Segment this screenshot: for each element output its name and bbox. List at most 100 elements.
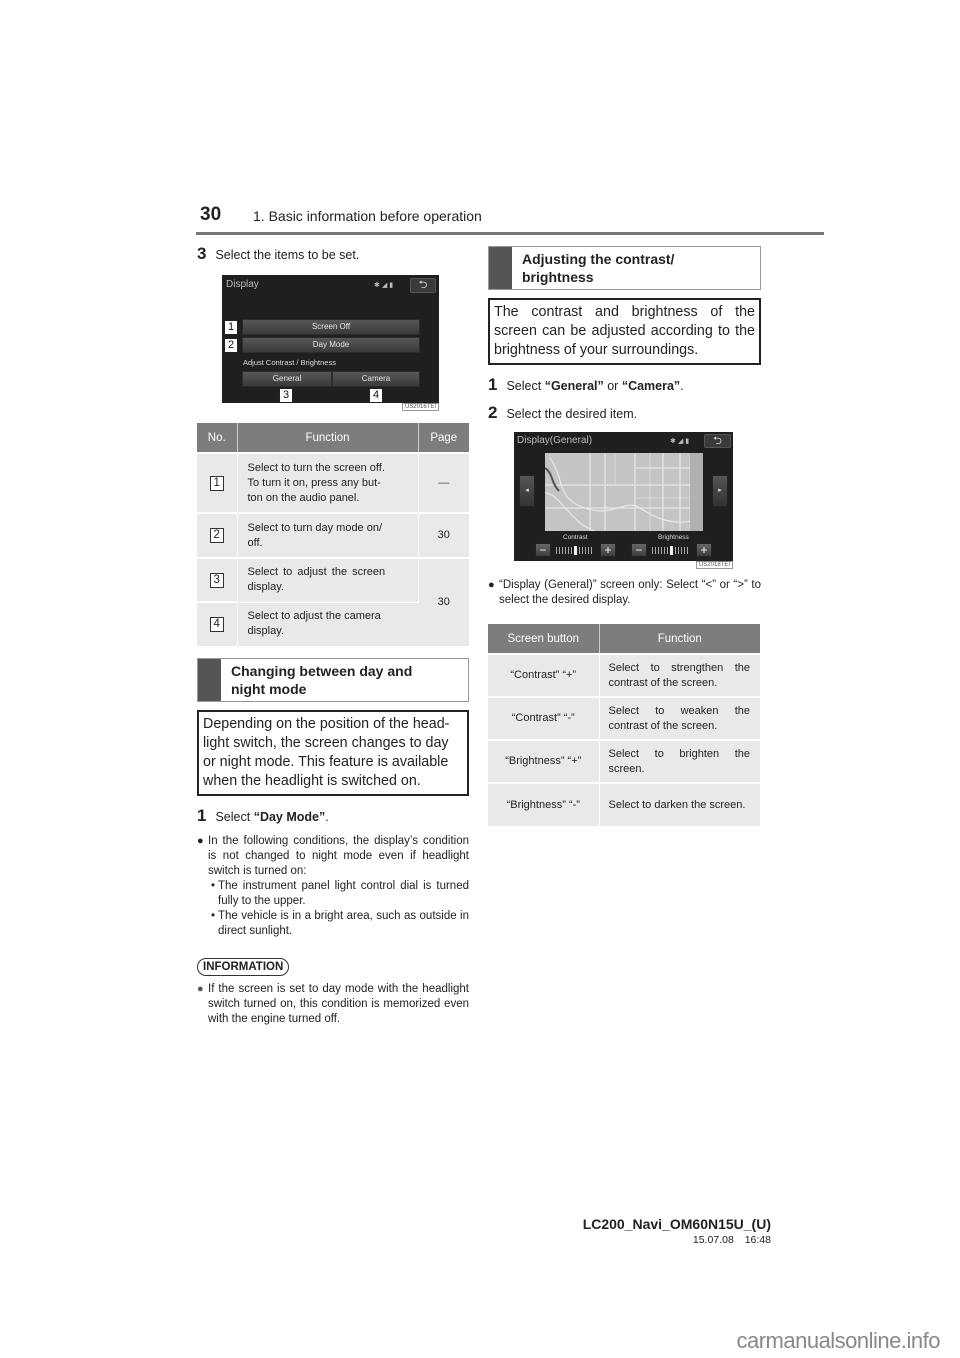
col-page: Page <box>418 423 469 453</box>
heading-bar <box>489 247 512 289</box>
table-row: “Brightness” “+” Select to brighten the s… <box>488 739 760 783</box>
slider-tick <box>667 546 668 554</box>
contrast-minus-button[interactable]: − <box>535 543 551 557</box>
contrast-label: Contrast <box>563 534 588 541</box>
step-3: 3 Select the items to be set. <box>197 244 469 264</box>
screen-button-name: “Brightness” “-” <box>488 782 600 826</box>
left-column: 3 Select the items to be set. Display ✱◢… <box>197 244 469 1027</box>
function-text: Select to adjust the screen <box>247 566 386 579</box>
col-screen-button: Screen button <box>488 624 600 654</box>
slider-thumb[interactable] <box>574 545 577 555</box>
note-text: “Display (General)” screen only: Select … <box>499 579 761 606</box>
slider-tick <box>664 546 665 554</box>
table-row: 3 Select to adjust the screen display. 3… <box>197 557 469 646</box>
screen-off-button[interactable]: Screen Off <box>242 319 420 335</box>
contrast-slider[interactable] <box>556 545 592 555</box>
slider-tick <box>568 546 569 554</box>
slider-tick <box>588 546 589 554</box>
camera-button[interactable]: Camera <box>332 371 420 387</box>
function-text: Select to turn day mode on/ <box>247 521 383 534</box>
intro-line: Depending on the position of the head- <box>203 716 450 732</box>
information-block: INFORMATION ● If the screen is set to da… <box>197 957 469 1027</box>
table-row: “Brightness” “-” Select to darken the scr… <box>488 782 760 826</box>
bluetooth-icon: ✱ <box>374 282 382 289</box>
function-text: ton on the audio panel. <box>247 491 360 504</box>
screen-buttons-table: Screen button Function “Contrast” “+” Sel… <box>488 624 760 826</box>
bullet-icon: ● <box>488 579 495 591</box>
slider-tick <box>684 546 685 554</box>
back-button[interactable]: ⮌ <box>410 278 436 293</box>
function-text: Select to darken the screen. <box>599 782 760 826</box>
table-row: 2 Select to turn day mode on/ off. 30 <box>197 512 469 558</box>
battery-icon: ▮ <box>389 282 396 289</box>
page-number: 30 <box>200 204 222 225</box>
step-text: Select the items to be set. <box>215 248 360 262</box>
slider-tick <box>681 546 682 554</box>
brightness-minus-button[interactable]: − <box>631 543 647 557</box>
page-ref: — <box>418 452 469 513</box>
item-number-box: 2 <box>209 528 224 543</box>
brightness-slider[interactable] <box>652 545 688 555</box>
item-number-box: 1 <box>209 475 224 491</box>
image-code: US2016TEI <box>401 403 439 411</box>
step-2: 2 Select the desired item. <box>488 403 761 423</box>
step-number: 3 <box>197 244 207 263</box>
function-text: display. <box>247 581 284 594</box>
contrast-plus-button[interactable]: + <box>600 543 616 557</box>
page-ref: 30 <box>418 557 469 646</box>
function-text: display. <box>247 625 284 638</box>
brightness-plus-button[interactable]: + <box>696 543 712 557</box>
screen-title: Display(General) <box>517 435 593 446</box>
heading-text: Changing between day and <box>231 663 413 679</box>
slider-tick <box>565 546 566 554</box>
intro-line: light switch, the screen changes to day <box>203 735 449 751</box>
step-number: 1 <box>197 806 207 825</box>
general-screen-note: ● “Display (General)” screen only: Selec… <box>488 578 761 608</box>
page-ref: 30 <box>418 512 469 558</box>
watermark: carmanualsonline.info <box>736 1328 940 1353</box>
note-text: In the following conditions, the display… <box>208 835 469 877</box>
step-text: Select the desired item. <box>506 407 638 421</box>
table-row: “Contrast” “+” Select to strengthen the c… <box>488 653 760 697</box>
status-icons: ✱◢▮ <box>374 281 395 289</box>
information-note: ● If the screen is set to day mode with … <box>197 982 469 1027</box>
header-divider <box>196 232 824 235</box>
item-number-box: 4 <box>209 617 224 632</box>
day-mode-button[interactable]: Day Mode <box>242 337 420 353</box>
slider-tick <box>582 546 583 554</box>
previous-display-button[interactable]: ◂ <box>519 475 535 507</box>
screen-title: Display <box>226 279 259 290</box>
slider-tick <box>571 546 572 554</box>
bluetooth-icon: ✱ <box>670 438 678 445</box>
bullet-icon: ● <box>197 835 204 847</box>
item-number-box: 3 <box>209 572 224 588</box>
slider-thumb[interactable] <box>670 545 673 555</box>
slider-tick <box>559 546 560 554</box>
battery-icon: ▮ <box>685 438 692 445</box>
function-text: Select to weaken the contrast of the scr… <box>599 696 760 740</box>
sub-bullet: • The instrument panel light control dial… <box>210 880 469 907</box>
slider-tick <box>661 546 662 554</box>
intro-line: when the headlight is switched on. <box>203 773 421 789</box>
next-display-button[interactable]: ▸ <box>712 475 728 507</box>
heading-text: night mode <box>231 681 307 697</box>
intro-line: or night mode. This feature is available <box>203 754 449 770</box>
page-header: 30 1. Basic information before operation <box>196 204 824 234</box>
step-1-day-mode: 1 Select “Day Mode”. <box>197 806 469 826</box>
display-screen-image: Display ✱◢▮ ⮌ 1 Screen Off 2 Day Mode Ad… <box>222 275 439 411</box>
general-button[interactable]: General <box>242 371 332 387</box>
day-night-intro: Depending on the position of the head- l… <box>197 710 469 796</box>
back-button[interactable]: ⮌ <box>704 434 731 448</box>
document-id: LC200_Navi_OM60N15U_(U) <box>582 1216 771 1232</box>
page-footer: LC200_Navi_OM60N15U_(U) 15.07.08 16:48 <box>583 1216 771 1246</box>
step-number: 2 <box>488 403 498 422</box>
function-text: Select to turn the screen off. <box>247 461 385 474</box>
function-text: Select to brighten the screen. <box>599 739 760 783</box>
slider-tick <box>687 546 688 554</box>
section-heading-day-night: Changing between day and night mode <box>197 658 469 702</box>
sub-bullet: • The vehicle is in a bright area, such a… <box>210 910 469 937</box>
table-header-row: No. Function Page <box>197 423 469 453</box>
adjust-contrast-label: Adjust Contrast / Brightness <box>243 358 336 367</box>
section-heading-contrast: Adjusting the contrast/ brightness <box>488 246 761 290</box>
timestamp: 15.07.08 16:48 <box>692 1234 771 1246</box>
